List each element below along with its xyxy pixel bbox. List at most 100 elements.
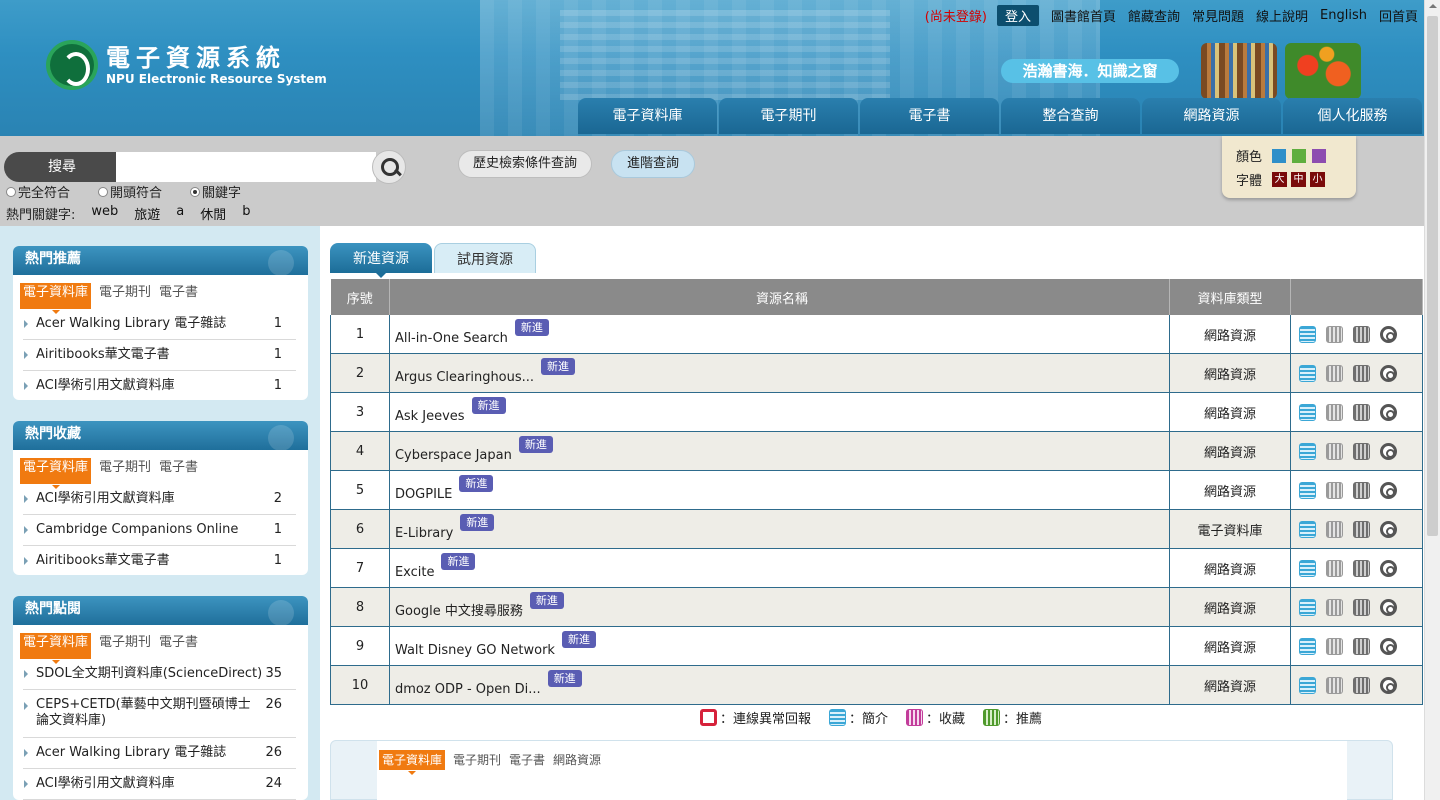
recommend-icon[interactable]	[1352, 442, 1370, 460]
report-icon[interactable]	[1379, 442, 1397, 460]
favorite-icon[interactable]	[1325, 481, 1343, 499]
library-home-link[interactable]: 圖書館首頁	[1051, 6, 1116, 25]
hot-keyword[interactable]: a	[176, 204, 184, 223]
recommend-icon[interactable]	[1352, 325, 1370, 343]
recommend-icon[interactable]	[1352, 637, 1370, 655]
intro-icon[interactable]	[1298, 637, 1316, 655]
report-icon[interactable]	[1379, 676, 1397, 694]
sub-tab-ebooks[interactable]: 電子書	[159, 283, 198, 309]
color-blue-swatch[interactable]	[1272, 148, 1287, 163]
report-icon[interactable]	[1379, 481, 1397, 499]
sub-tab-ejournals[interactable]: 電子期刊	[99, 458, 151, 484]
resource-link[interactable]: Argus Clearinghous...	[395, 370, 534, 385]
intro-icon[interactable]	[1298, 325, 1316, 343]
category-tab-databases[interactable]: 電子資料庫	[379, 750, 446, 775]
resource-link[interactable]: Excite	[395, 565, 435, 580]
list-item[interactable]: Acer Walking Library 電子雜誌 26	[23, 738, 296, 769]
nav-databases[interactable]: 電子資料庫	[578, 98, 717, 134]
scrollbar-thumb[interactable]	[1427, 16, 1438, 536]
resource-link[interactable]: DOGPILE	[395, 487, 452, 502]
english-link[interactable]: English	[1320, 8, 1367, 23]
hot-keyword[interactable]: 旅遊	[134, 204, 160, 223]
resource-link[interactable]: Google 中文搜尋服務	[395, 600, 523, 619]
intro-icon[interactable]	[1298, 442, 1316, 460]
favorite-icon[interactable]	[1325, 325, 1343, 343]
report-icon[interactable]	[1379, 325, 1397, 343]
page-scrollbar[interactable]	[1424, 0, 1440, 800]
nav-ejournals[interactable]: 電子期刊	[719, 98, 858, 134]
resource-link[interactable]: dmoz ODP - Open Di...	[395, 682, 541, 697]
recommend-icon[interactable]	[1352, 364, 1370, 382]
resource-link[interactable]: All-in-One Search	[395, 331, 508, 346]
sub-tab-ejournals[interactable]: 電子期刊	[99, 283, 151, 309]
search-icon[interactable]	[372, 150, 406, 184]
font-medium-button[interactable]: 中	[1291, 172, 1307, 187]
nav-integrated-search[interactable]: 整合查詢	[1001, 98, 1140, 134]
radio-exact-match[interactable]: 完全符合	[6, 182, 70, 201]
intro-icon[interactable]	[1298, 364, 1316, 382]
catalog-search-link[interactable]: 館藏查詢	[1128, 6, 1180, 25]
resource-link[interactable]: Cyberspace Japan	[395, 448, 512, 463]
report-icon[interactable]	[1379, 598, 1397, 616]
scroll-up-icon[interactable]	[1429, 4, 1437, 8]
sub-tab-databases[interactable]: 電子資料庫	[20, 458, 92, 489]
hot-keyword[interactable]: web	[91, 204, 118, 223]
color-green-swatch[interactable]	[1292, 148, 1307, 163]
tab-new-resources[interactable]: 新進資源	[330, 243, 432, 278]
list-item[interactable]: ACI學術引用文獻資料庫 2	[23, 484, 296, 515]
online-help-link[interactable]: 線上說明	[1256, 6, 1308, 25]
intro-icon[interactable]	[1298, 481, 1316, 499]
tab-trial-resources[interactable]: 試用資源	[434, 243, 536, 273]
favorite-icon[interactable]	[1325, 442, 1343, 460]
report-icon[interactable]	[1379, 520, 1397, 538]
recommend-icon[interactable]	[1352, 676, 1370, 694]
list-item[interactable]: Airitibooks華文電子書 1	[23, 546, 296, 575]
list-item[interactable]: SDOL全文期刊資料庫(ScienceDirect) 35	[23, 659, 296, 690]
favorite-icon[interactable]	[1325, 598, 1343, 616]
sub-tab-databases[interactable]: 電子資料庫	[20, 283, 92, 314]
intro-icon[interactable]	[1298, 598, 1316, 616]
faq-link[interactable]: 常見問題	[1192, 6, 1244, 25]
site-logo[interactable]: 電子資源系統 NPU Electronic Resource System	[46, 40, 327, 90]
nav-web-resources[interactable]: 網路資源	[1142, 98, 1281, 134]
recommend-icon[interactable]	[1352, 481, 1370, 499]
radio-keyword[interactable]: 關鍵字	[190, 182, 241, 201]
sub-tab-ejournals[interactable]: 電子期刊	[99, 633, 151, 659]
resource-link[interactable]: Walt Disney GO Network	[395, 643, 555, 658]
list-item[interactable]: ACI學術引用文獻資料庫 24	[23, 769, 296, 800]
favorite-icon[interactable]	[1325, 520, 1343, 538]
nav-personal-services[interactable]: 個人化服務	[1283, 98, 1422, 134]
font-small-button[interactable]: 小	[1310, 172, 1326, 187]
color-purple-swatch[interactable]	[1312, 148, 1327, 163]
intro-icon[interactable]	[1298, 559, 1316, 577]
category-tab-ejournals[interactable]: 電子期刊	[453, 750, 501, 770]
sub-tab-ebooks[interactable]: 電子書	[159, 633, 198, 659]
favorite-icon[interactable]	[1325, 559, 1343, 577]
intro-icon[interactable]	[1298, 403, 1316, 421]
recommend-icon[interactable]	[1352, 403, 1370, 421]
login-button[interactable]: 登入	[996, 4, 1039, 26]
recommend-icon[interactable]	[1352, 598, 1370, 616]
radio-prefix-match[interactable]: 開頭符合	[98, 182, 162, 201]
favorite-icon[interactable]	[1325, 364, 1343, 382]
search-input[interactable]	[116, 152, 376, 182]
list-item[interactable]: Acer Walking Library 電子雜誌 1	[23, 309, 296, 340]
report-icon[interactable]	[1379, 559, 1397, 577]
list-item[interactable]: Cambridge Companions Online 1	[23, 515, 296, 546]
history-search-button[interactable]: 歷史檢索條件查詢	[458, 150, 592, 178]
report-icon[interactable]	[1379, 637, 1397, 655]
intro-icon[interactable]	[1298, 676, 1316, 694]
favorite-icon[interactable]	[1325, 403, 1343, 421]
report-icon[interactable]	[1379, 364, 1397, 382]
home-link[interactable]: 回首頁	[1379, 6, 1418, 25]
category-tab-web-resources[interactable]: 網路資源	[553, 750, 601, 770]
resource-link[interactable]: Ask Jeeves	[395, 409, 465, 424]
sub-tab-ebooks[interactable]: 電子書	[159, 458, 198, 484]
recommend-icon[interactable]	[1352, 559, 1370, 577]
advanced-search-button[interactable]: 進階查詢	[611, 150, 695, 178]
category-tab-ebooks[interactable]: 電子書	[509, 750, 545, 770]
hot-keyword[interactable]: 休閒	[200, 204, 226, 223]
favorite-icon[interactable]	[1325, 637, 1343, 655]
list-item[interactable]: ACI學術引用文獻資料庫 1	[23, 371, 296, 400]
sub-tab-databases[interactable]: 電子資料庫	[20, 633, 92, 664]
